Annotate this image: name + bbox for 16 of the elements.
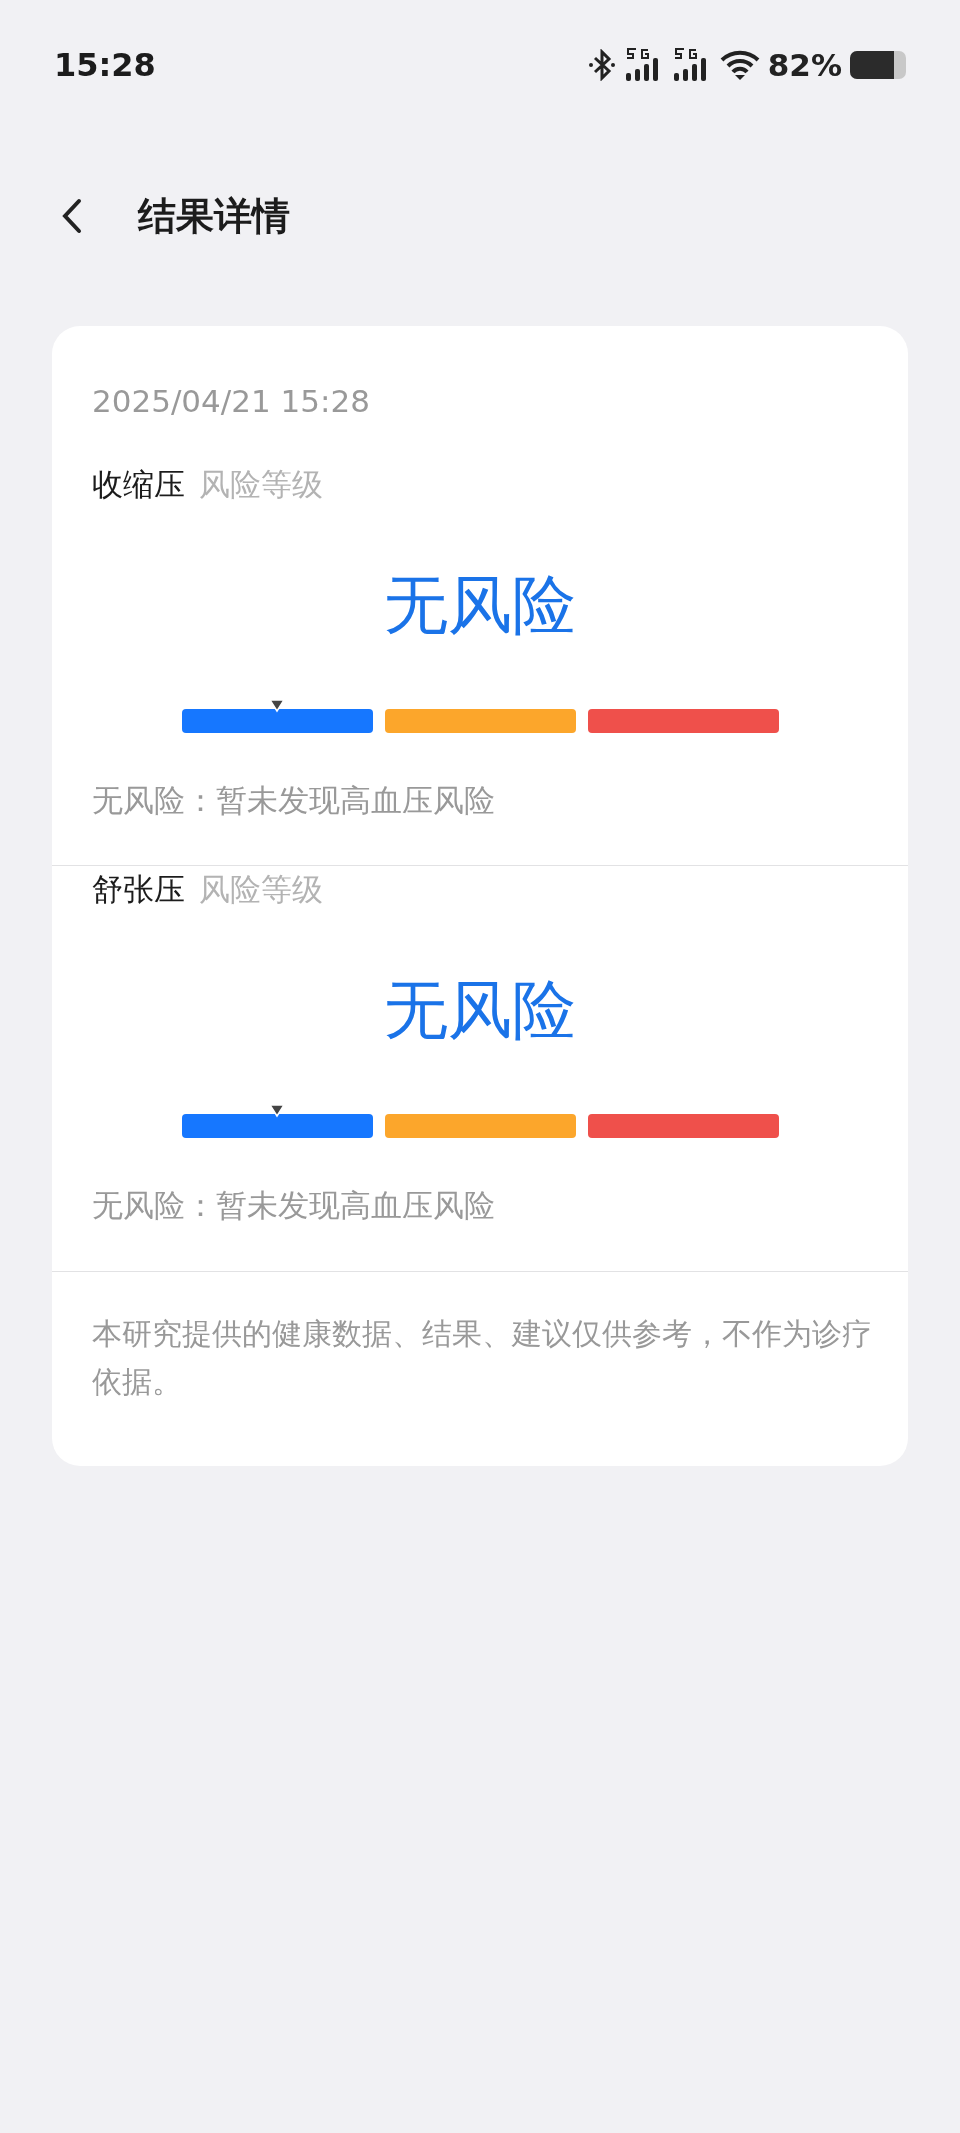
wifi-icon — [719, 49, 760, 81]
metric-sublabel: 风险等级 — [199, 870, 323, 909]
status-time: 15:28 — [54, 45, 156, 86]
risk-result: 无风险 — [384, 972, 576, 1049]
disclaimer-text: 本研究提供的健康数据、结果、建议仅供参考，不作为诊疗依据。 — [92, 1314, 872, 1401]
battery-percent: 82% — [767, 45, 842, 85]
metric-sublabel: 风险等级 — [199, 464, 323, 504]
risk-result: 无风险 — [384, 566, 576, 644]
bluetooth-icon — [587, 49, 616, 81]
metric-label: 舒张压 — [92, 870, 185, 909]
page-title: 结果详情 — [138, 192, 290, 240]
battery-icon — [850, 49, 906, 81]
result-date: 2025/04/21 15:28 — [92, 383, 370, 419]
risk-description: 无风险：暂未发现高血压风险 — [92, 1186, 496, 1225]
risk-description: 无风险：暂未发现高血压风险 — [92, 780, 496, 820]
metric-label: 收缩压 — [92, 464, 185, 504]
